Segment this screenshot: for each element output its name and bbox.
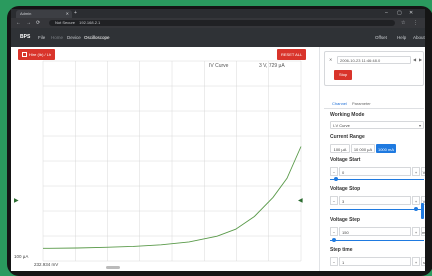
resize-handle[interactable]: [106, 266, 120, 269]
security-label: Not Secure: [55, 20, 76, 25]
browser-tab[interactable]: Admin ✕: [16, 10, 72, 18]
forward-icon[interactable]: →: [26, 19, 31, 27]
working-mode-value: I-V Curve: [333, 123, 350, 128]
left-marker-icon[interactable]: ▶: [14, 197, 19, 204]
voltage-start-label: Voltage Start: [330, 157, 361, 163]
voltage-stop-slider[interactable]: [330, 207, 424, 211]
voltage-start-stepper: − 0 + V: [330, 167, 425, 176]
chevron-down-icon: ▾: [418, 123, 421, 128]
session-box: ✕ 2006-10-23 11:46:48.0 ◀ ▶ Stop: [324, 51, 424, 86]
right-marker-icon[interactable]: ◀: [298, 197, 303, 204]
step-time-unit: s: [421, 257, 425, 266]
voltage-stop-label: Voltage Stop: [330, 186, 361, 192]
panel-tabs: Channel Parameter: [324, 99, 424, 109]
x-axis-min-label: 232.934 mV: [34, 262, 59, 267]
range-100ua-button[interactable]: 100 μA: [330, 144, 350, 153]
plot-grid: [42, 60, 302, 262]
step-time-input[interactable]: 1: [339, 257, 411, 266]
voltage-stop-plus-button[interactable]: +: [412, 196, 420, 205]
browser-window: Admin ✕ + – ▢ ✕ ← → ⟳ Not Secure 192.168…: [11, 9, 425, 271]
hold-button[interactable]: Hire (Ib) / Lh: [18, 49, 56, 60]
nav-device[interactable]: Device: [67, 28, 81, 47]
voltage-start-input[interactable]: 0: [339, 167, 411, 176]
address-bar: ← → ⟳ Not Secure 192.168.2.1 ☆ ⋮: [11, 18, 425, 28]
voltage-stop-input[interactable]: 3: [339, 196, 411, 205]
y-axis-min-label: 100 μA: [14, 254, 29, 259]
url-text: 192.168.2.1: [79, 20, 101, 25]
voltage-step-minus-button[interactable]: −: [330, 227, 338, 236]
device-frame: Admin ✕ + – ▢ ✕ ← → ⟳ Not Secure 192.168…: [7, 6, 432, 276]
voltage-stop-minus-button[interactable]: −: [330, 196, 338, 205]
hold-button-label: Hire (Ib) / Lh: [29, 52, 52, 57]
prev-arrow-icon[interactable]: ◀: [413, 57, 416, 62]
current-range-label: Current Range: [330, 134, 365, 140]
reset-all-button[interactable]: RESET ALL: [277, 49, 307, 60]
voltage-start-slider[interactable]: [330, 177, 424, 181]
slider-track: [330, 179, 424, 180]
tab-parameter[interactable]: Parameter: [352, 99, 371, 108]
back-icon[interactable]: ←: [16, 19, 21, 27]
minimize-icon[interactable]: –: [385, 9, 388, 18]
step-time-minus-button[interactable]: −: [330, 257, 338, 266]
nav-about[interactable]: About: [413, 28, 425, 47]
slider-thumb[interactable]: [414, 207, 418, 211]
browser-menu-icon[interactable]: ⋮: [413, 19, 418, 27]
step-time-label: Step time: [330, 247, 353, 253]
reload-icon[interactable]: ⟳: [36, 19, 40, 27]
working-mode-select[interactable]: I-V Curve ▾: [330, 121, 424, 129]
voltage-start-minus-button[interactable]: −: [330, 167, 338, 176]
control-panel: ✕ 2006-10-23 11:46:48.0 ◀ ▶ Stop Channel…: [319, 47, 425, 271]
url-field[interactable]: Not Secure 192.168.2.1: [49, 20, 395, 26]
step-time-stepper: − 1 + s: [330, 257, 425, 266]
voltage-step-input[interactable]: 150: [339, 227, 411, 236]
voltage-step-plus-button[interactable]: +: [412, 227, 420, 236]
close-window-icon[interactable]: ✕: [409, 9, 413, 18]
voltage-step-label: Voltage Step: [330, 217, 360, 223]
range-1000ma-button[interactable]: 1000 mA: [376, 144, 396, 153]
tab-close-icon[interactable]: ✕: [66, 10, 69, 18]
voltage-start-unit: V: [421, 167, 425, 176]
curve-label: IV Curve: [209, 63, 229, 69]
cursor-readout: 3 V, 729 μA: [259, 63, 285, 69]
voltage-start-plus-button[interactable]: +: [412, 167, 420, 176]
working-mode-label: Working Mode: [330, 112, 365, 118]
next-arrow-icon[interactable]: ▶: [419, 57, 422, 62]
slider-track: [330, 240, 424, 241]
slider-track: [330, 209, 424, 210]
stop-square-icon: [22, 52, 27, 58]
nav-offset[interactable]: Offset: [375, 28, 387, 47]
nav-help[interactable]: Help: [397, 28, 406, 47]
brand-logo[interactable]: BPS: [20, 28, 30, 47]
iv-plot[interactable]: [11, 47, 319, 271]
nav-home[interactable]: Home: [51, 28, 63, 47]
stop-button[interactable]: Stop: [334, 70, 353, 80]
maximize-icon[interactable]: ▢: [397, 9, 402, 18]
voltage-stop-stepper: − 3 + V: [330, 196, 425, 205]
new-tab-icon[interactable]: +: [74, 10, 77, 17]
step-time-plus-button[interactable]: +: [412, 257, 420, 266]
tab-strip: Admin ✕ + – ▢ ✕: [11, 9, 425, 18]
tab-title: Admin: [20, 11, 32, 16]
bookmark-icon[interactable]: ☆: [401, 19, 405, 27]
slider-thumb[interactable]: [334, 177, 338, 181]
voltage-step-unit: mV: [421, 227, 425, 236]
tab-channel[interactable]: Channel: [332, 99, 347, 108]
nav-file[interactable]: File: [38, 28, 45, 47]
app-navbar: BPS File Home Device Oscilloscope Offset…: [11, 28, 425, 47]
close-icon[interactable]: ✕: [329, 57, 332, 62]
panel-scrollbar[interactable]: [421, 203, 424, 219]
voltage-step-stepper: − 150 + mV: [330, 227, 425, 236]
slider-thumb[interactable]: [332, 238, 336, 242]
range-10000ua-button[interactable]: 10 000 μA: [351, 144, 375, 153]
voltage-step-slider[interactable]: [330, 238, 424, 242]
nav-oscilloscope[interactable]: Oscilloscope: [84, 28, 110, 47]
datetime-field[interactable]: 2006-10-23 11:46:48.0: [337, 56, 411, 64]
plot-panel: Hire (Ib) / Lh RESET ALL IV Curve 3 V, 7…: [11, 47, 319, 271]
